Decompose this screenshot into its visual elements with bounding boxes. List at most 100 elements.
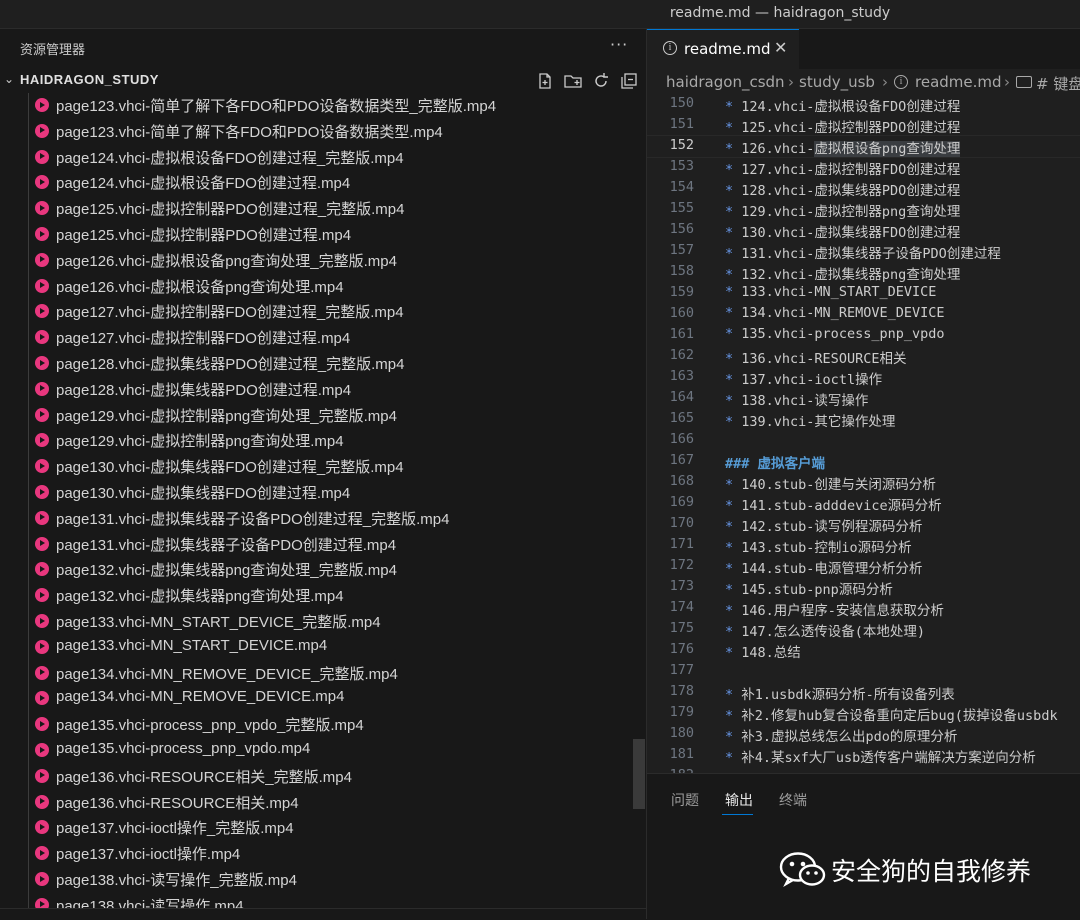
close-icon[interactable]: ✕ (774, 38, 787, 57)
file-item[interactable]: page134.vhci-MN_REMOVE_DEVICE_完整版.mp4 (0, 660, 646, 687)
file-item[interactable]: page132.vhci-虚拟集线器png查询处理_完整版.mp4 (0, 557, 646, 584)
scrollbar-thumb[interactable] (633, 739, 645, 809)
code-line[interactable]: 160 * 134.vhci-MN_REMOVE_DEVICE (647, 303, 1080, 324)
line-number: 161 (669, 326, 694, 342)
code-line[interactable]: 158 * 132.vhci-虚拟集线器png查询处理 (647, 261, 1080, 283)
file-item[interactable]: page128.vhci-虚拟集线器PDO创建过程_完整版.mp4 (0, 351, 646, 377)
code-line[interactable]: 151 * 125.vhci-虚拟控制器PDO创建过程 (647, 114, 1080, 136)
chevron-down-icon[interactable]: ⌄ (4, 72, 14, 86)
file-item[interactable]: page125.vhci-虚拟控制器PDO创建过程.mp4 (0, 222, 646, 248)
code-line[interactable]: 179 * 补2.修复hub复合设备重向定后bug(拔掉设备usbdk (647, 702, 1080, 724)
code-line[interactable]: 177 (647, 660, 1080, 681)
file-name: page126.vhci-虚拟根设备png查询处理.mp4 (56, 278, 344, 296)
code-line[interactable]: 163 * 137.vhci-ioctl操作 (647, 366, 1080, 388)
file-item[interactable]: page137.vhci-ioctl操作.mp4 (0, 841, 646, 868)
list-bullet: * (725, 393, 734, 409)
file-item[interactable]: page131.vhci-虚拟集线器子设备PDO创建过程_完整版.mp4 (0, 505, 646, 532)
breadcrumb-item[interactable]: study_usb (799, 73, 875, 91)
line-number: 175 (669, 620, 694, 636)
list-bullet: * (725, 351, 734, 367)
code-line[interactable]: 161 * 135.vhci-process_pnp_vpdo (647, 324, 1080, 345)
new-folder-icon[interactable] (563, 71, 583, 91)
file-item[interactable]: page125.vhci-虚拟控制器PDO创建过程_完整版.mp4 (0, 196, 646, 223)
line-text: * 147.怎么透传设备(本地处理) (725, 620, 925, 640)
file-item[interactable]: page123.vhci-简单了解下各FDO和PDO设备数据类型.mp4 (0, 118, 646, 145)
code-line[interactable]: 167 ### 虚拟客户端 (647, 450, 1080, 472)
tab-readme[interactable]: i readme.md ✕ (647, 29, 799, 70)
code-line[interactable]: 169 * 141.stub-adddevice源码分析 (647, 492, 1080, 514)
line-text: * 137.vhci-ioctl操作 (725, 368, 882, 388)
file-item[interactable]: page126.vhci-虚拟根设备png查询处理.mp4 (0, 273, 646, 300)
indent-guide (28, 376, 29, 403)
code-line[interactable]: 171 * 143.stub-控制io源码分析 (647, 534, 1080, 556)
file-item[interactable]: page129.vhci-虚拟控制器png查询处理.mp4 (0, 428, 646, 455)
indent-guide (28, 609, 29, 635)
line-text: * 134.vhci-MN_REMOVE_DEVICE (725, 305, 944, 321)
line-content: 126.vhci-虚拟根设备png查询处理 (741, 141, 961, 157)
code-line[interactable]: 178 * 补1.usbdk源码分析-所有设备列表 (647, 681, 1080, 703)
indent-guide (28, 763, 29, 790)
new-file-icon[interactable] (535, 71, 555, 91)
tab-output[interactable]: 输出 (725, 790, 753, 810)
code-line[interactable]: 174 * 146.用户程序-安装信息获取分析 (647, 597, 1080, 619)
more-actions-icon[interactable]: ··· (610, 35, 628, 54)
file-item[interactable]: page135.vhci-process_pnp_vpdo.mp4 (0, 738, 646, 764)
code-line[interactable]: 181 * 补4.某sxf大厂usb透传客户端解决方案逆向分析 (647, 744, 1080, 766)
code-line[interactable]: 175 * 147.怎么透传设备(本地处理) (647, 618, 1080, 640)
code-line[interactable]: 180 * 补3.虚拟总线怎么出pdo的原理分析 (647, 723, 1080, 745)
code-line[interactable]: 157 * 131.vhci-虚拟集线器子设备PDO创建过程 (647, 240, 1080, 262)
file-item[interactable]: page133.vhci-MN_START_DEVICE.mp4 (0, 634, 646, 661)
file-item[interactable]: page130.vhci-虚拟集线器FDO创建过程_完整版.mp4 (0, 454, 646, 481)
code-line[interactable]: 170 * 142.stub-读写例程源码分析 (647, 513, 1080, 535)
code-line[interactable]: 168 * 140.stub-创建与关闭源码分析 (647, 471, 1080, 493)
breadcrumb-item[interactable]: # 键盘 (1036, 73, 1080, 94)
file-item[interactable]: page127.vhci-虚拟控制器FDO创建过程.mp4 (0, 325, 646, 352)
video-file-icon (35, 536, 49, 551)
file-item[interactable]: page131.vhci-虚拟集线器子设备PDO创建过程.mp4 (0, 531, 646, 558)
code-line[interactable]: 176 * 148.总结 (647, 639, 1080, 661)
code-line[interactable]: 165 * 139.vhci-其它操作处理 (647, 408, 1080, 430)
file-item[interactable]: page134.vhci-MN_REMOVE_DEVICE.mp4 (0, 686, 646, 713)
code-line[interactable]: 155 * 129.vhci-虚拟控制器png查询处理 (647, 198, 1080, 220)
code-line[interactable]: 162 * 136.vhci-RESOURCE相关 (647, 345, 1080, 367)
code-editor[interactable]: 150 * 124.vhci-虚拟根设备FDO创建过程 151 * 125.vhci-… (647, 93, 1080, 783)
workspace-section-header[interactable]: ⌄ HAIDRAGON_STUDY (0, 69, 646, 93)
file-item[interactable]: page126.vhci-虚拟根设备png查询处理_完整版.mp4 (0, 247, 646, 274)
code-line[interactable]: 164 * 138.vhci-读写操作 (647, 387, 1080, 409)
file-item[interactable]: page132.vhci-虚拟集线器png查询处理.mp4 (0, 583, 646, 610)
file-item[interactable]: page136.vhci-RESOURCE相关.mp4 (0, 789, 646, 816)
code-line[interactable]: 153 * 127.vhci-虚拟控制器FDO创建过程 (647, 156, 1080, 178)
file-item[interactable]: page124.vhci-虚拟根设备FDO创建过程.mp4 (0, 170, 646, 197)
file-item[interactable]: page123.vhci-简单了解下各FDO和PDO设备数据类型_完整版.mp4 (0, 93, 646, 119)
file-name: page135.vhci-process_pnp_vpdo_完整版.mp4 (56, 717, 364, 735)
file-item[interactable]: page129.vhci-虚拟控制器png查询处理_完整版.mp4 (0, 402, 646, 429)
indent-guide (28, 325, 29, 352)
collapse-all-icon[interactable] (619, 71, 639, 91)
code-line[interactable]: 173 * 145.stub-pnp源码分析 (647, 576, 1080, 598)
refresh-icon[interactable] (591, 71, 611, 91)
file-item[interactable]: page127.vhci-虚拟控制器FDO创建过程_完整版.mp4 (0, 299, 646, 326)
tab-terminal[interactable]: 终端 (779, 790, 807, 810)
file-item[interactable]: page133.vhci-MN_START_DEVICE_完整版.mp4 (0, 609, 646, 635)
indent-guide (28, 170, 29, 197)
breadcrumb-item[interactable]: readme.md (915, 73, 1002, 91)
code-line[interactable]: 156 * 130.vhci-虚拟集线器FDO创建过程 (647, 219, 1080, 241)
code-line[interactable]: 152 * 126.vhci-虚拟根设备png查询处理 (647, 135, 1080, 157)
code-line[interactable]: 150 * 124.vhci-虚拟根设备FDO创建过程 (647, 93, 1080, 115)
code-line[interactable]: 172 * 144.stub-电源管理分析分析 (647, 555, 1080, 577)
file-item[interactable]: page137.vhci-ioctl操作_完整版.mp4 (0, 815, 646, 842)
tab-problems[interactable]: 问题 (671, 790, 699, 810)
breadcrumb-item[interactable]: haidragon_csdn (666, 73, 785, 91)
line-number: 158 (669, 263, 694, 279)
code-line[interactable]: 166 (647, 429, 1080, 450)
code-line[interactable]: 159 * 133.vhci-MN_START_DEVICE (647, 282, 1080, 303)
indent-guide (28, 299, 29, 326)
file-item[interactable]: page136.vhci-RESOURCE相关_完整版.mp4 (0, 763, 646, 790)
file-item[interactable]: page135.vhci-process_pnp_vpdo_完整版.mp4 (0, 712, 646, 739)
code-line[interactable]: 154 * 128.vhci-虚拟集线器PDO创建过程 (647, 177, 1080, 199)
file-item[interactable]: page128.vhci-虚拟集线器PDO创建过程.mp4 (0, 376, 646, 403)
line-number: 172 (669, 557, 694, 573)
file-item[interactable]: page124.vhci-虚拟根设备FDO创建过程_完整版.mp4 (0, 144, 646, 171)
file-item[interactable]: page138.vhci-读写操作_完整版.mp4 (0, 867, 646, 893)
file-item[interactable]: page130.vhci-虚拟集线器FDO创建过程.mp4 (0, 480, 646, 506)
